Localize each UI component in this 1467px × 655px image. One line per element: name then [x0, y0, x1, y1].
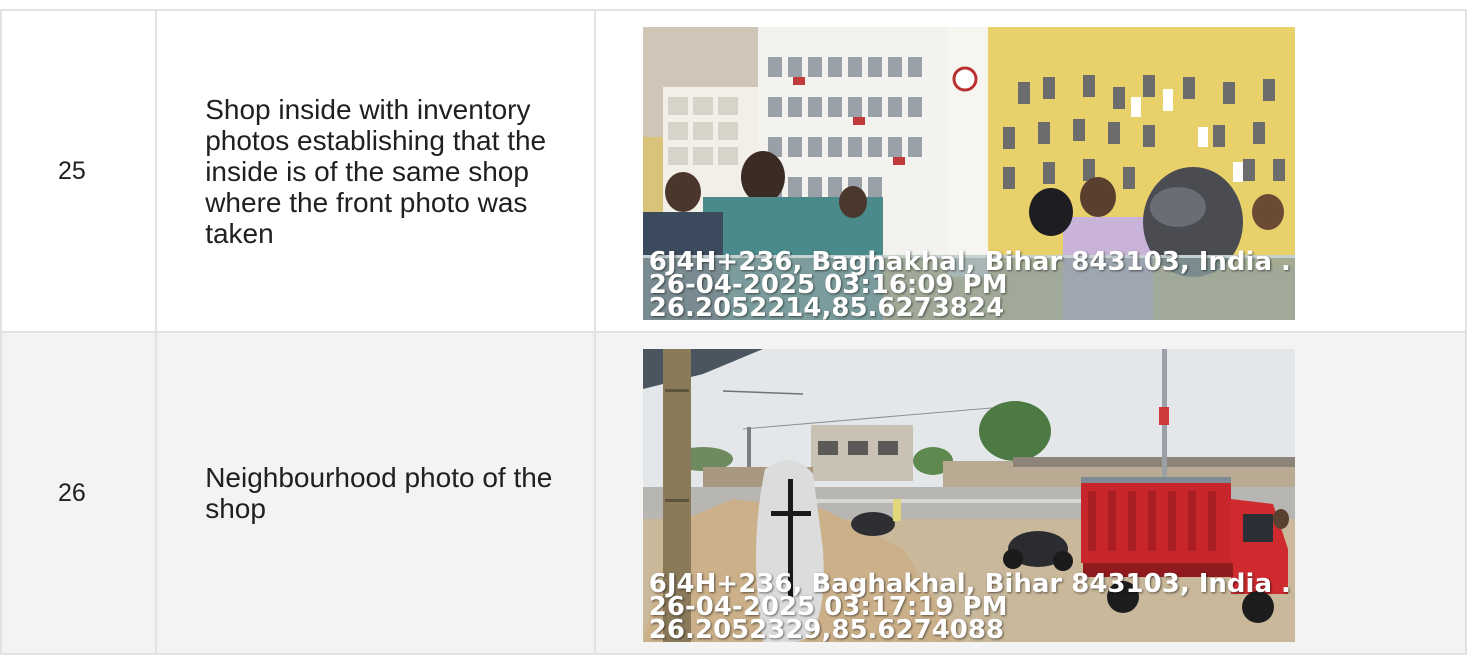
row-number: 25: [0, 9, 158, 333]
evidence-table: 25 Shop inside with inventory photos est…: [0, 9, 1467, 655]
row-description-cell: Neighbourhood photo of the shop: [155, 331, 596, 655]
stamp-coordinates: 26.2052214,85.6273824: [648, 293, 1005, 320]
neighbourhood-street-photo[interactable]: 6J4H+236, Baghakhal, Bihar 843103, India…: [642, 349, 1295, 642]
table-row: 25 Shop inside with inventory photos est…: [0, 9, 1467, 333]
row-description: Neighbourhood photo of the shop: [205, 462, 553, 524]
row-description: Shop inside with inventory photos establ…: [205, 93, 547, 249]
geotag-stamp: 6J4H+236, Baghakhal, Bihar 843103, India…: [648, 571, 1291, 642]
shop-interior-photo[interactable]: 6J4H+236, Baghakhal, Bihar 843103, India…: [642, 27, 1295, 320]
photo-cell: 6J4H+236, Baghakhal, Bihar 843103, India…: [593, 331, 1467, 655]
row-number: 26: [0, 331, 158, 655]
row-description-cell: Shop inside with inventory photos establ…: [155, 9, 596, 333]
geotag-stamp: 6J4H+236, Baghakhal, Bihar 843103, India…: [648, 249, 1291, 320]
stamp-coordinates: 26.2052329,85.6274088: [648, 615, 1005, 642]
table-row: 26 Neighbourhood photo of the shop 6J4H+…: [0, 331, 1467, 655]
photo-cell: 6J4H+236, Baghakhal, Bihar 843103, India…: [593, 9, 1467, 333]
